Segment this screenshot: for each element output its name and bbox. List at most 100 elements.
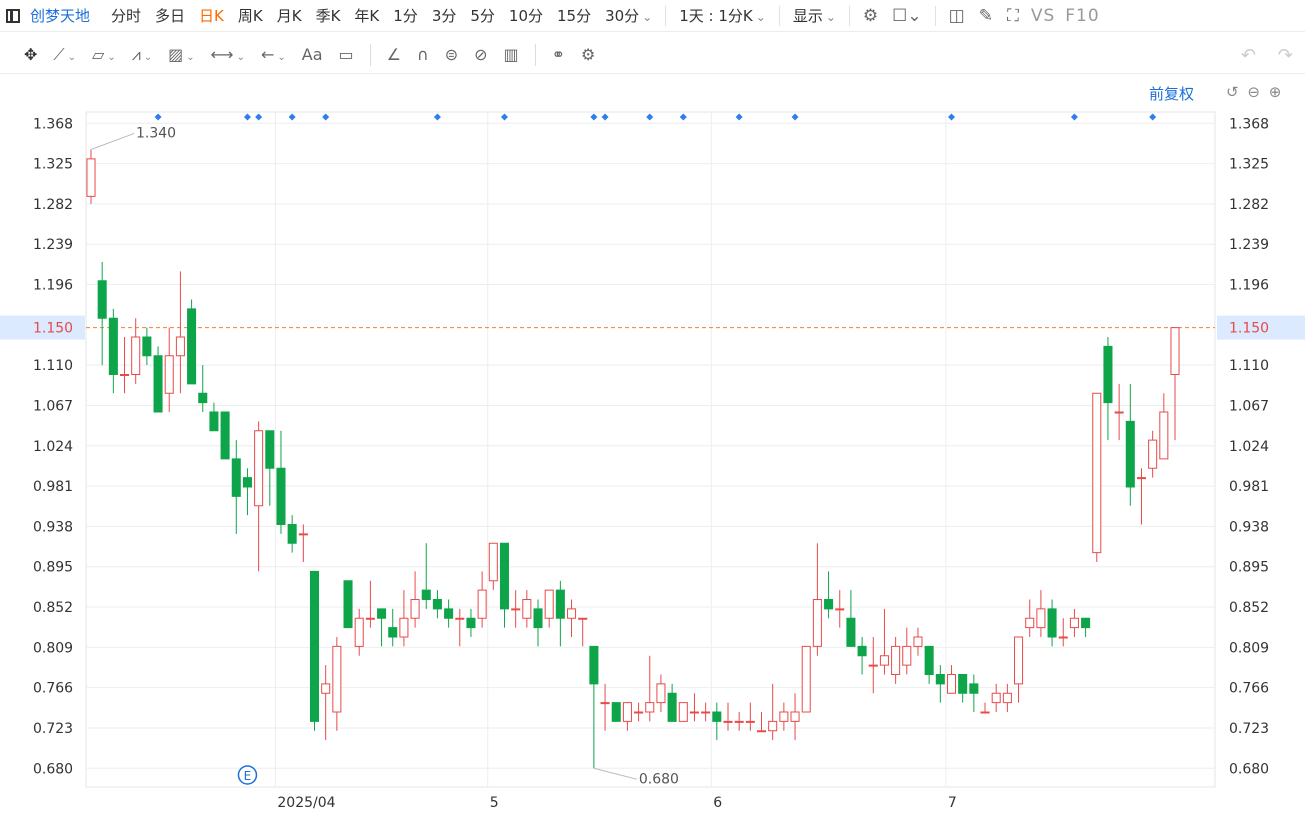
y-tick-label-left: 0.895 [33,560,73,576]
candle-body [421,589,431,600]
event-dot-marker[interactable] [735,113,743,121]
candle-body [466,617,476,629]
y-tick-label-right: 0.680 [1229,761,1269,777]
candle-body [969,683,979,694]
candle-body [689,711,699,714]
candle-body [622,702,632,722]
event-dot-marker[interactable] [601,113,609,121]
candle-body [1014,636,1024,685]
y-tick-label-right: 0.809 [1229,640,1269,656]
candle-body [656,683,666,704]
y-tick-label-right: 1.282 [1229,197,1269,213]
candle-body [209,411,219,432]
event-dot-marker[interactable] [288,113,296,121]
candle-body [522,599,532,619]
candle-body [533,608,543,629]
candle-body [120,374,130,376]
candle-body [824,599,834,610]
candle-body [321,683,331,694]
candle-body [365,617,375,620]
candle-body [1114,411,1124,414]
y-tick-label-left: 1.239 [33,237,73,253]
candle-body [265,430,275,469]
candle-body [175,336,185,357]
candle-body [902,645,912,666]
candle-body [634,711,644,714]
candle-body [723,720,733,723]
candle-body [991,692,1001,704]
event-dot-marker[interactable] [433,113,441,121]
candle-body [958,674,968,694]
candle-body [701,711,711,714]
event-dot-marker[interactable] [243,113,251,121]
event-dot-marker[interactable] [255,113,263,121]
annotation-leader-line [593,767,638,780]
annotation-label-high: 1.340 [136,126,176,142]
candle-body [231,458,241,497]
candle-body [756,730,767,733]
y-tick-label-right: 1.150 [1229,321,1269,337]
event-dot-marker[interactable] [500,113,508,121]
candle-body [857,645,867,657]
event-dot-marker[interactable] [1149,113,1157,121]
candle-body [611,702,621,722]
candle-body [1125,420,1135,488]
event-dot-marker[interactable] [679,113,687,121]
candle-body [846,617,856,647]
event-dot-marker[interactable] [322,113,330,121]
event-dot-marker[interactable] [1070,113,1078,121]
candle-body [801,645,811,713]
candle-body [187,308,197,385]
candle-body [544,589,554,619]
candle-body [812,599,822,647]
y-tick-label-left: 0.723 [33,721,73,737]
candle-body [399,617,409,638]
y-tick-label-left: 1.150 [33,321,73,337]
y-tick-label-left: 1.024 [33,439,73,455]
kline-chart[interactable]: 1.368 1.368 1.325 1.325 1.282 1.282 1.239 1.239… [0,0,1305,820]
candle-body [879,655,889,666]
event-dot-marker[interactable] [154,113,162,121]
candle-body [924,645,934,675]
candle-body [377,608,387,619]
candle-body [108,317,118,375]
candle-body [589,645,599,685]
candle-body [354,617,364,647]
candle-body [1069,617,1079,629]
event-e-marker-label: E [244,769,252,783]
event-dot-marker[interactable] [646,113,654,121]
candle-body [1002,692,1012,704]
candle-body [555,589,565,619]
y-tick-label-right: 1.024 [1229,439,1269,455]
candle-body [1170,327,1180,375]
y-tick-label-left: 1.325 [33,157,73,173]
y-tick-label-left: 1.282 [33,197,73,213]
candle-body [86,158,96,197]
y-tick-label-left: 1.110 [33,358,73,374]
y-tick-label-right: 1.325 [1229,157,1269,173]
candle-body [1058,636,1068,639]
candle-body [511,608,521,611]
candle-body [287,524,297,544]
x-tick-label: 2025/04 [277,795,335,811]
candle-body [913,636,923,647]
y-tick-label-left: 0.766 [33,681,73,697]
candle-body [1081,617,1091,629]
candle-body [667,692,677,722]
y-tick-label-right: 1.110 [1229,358,1269,374]
y-tick-label-right: 0.766 [1229,681,1269,697]
candle-body [1148,439,1158,469]
candle-body [1036,608,1046,629]
candle-body [567,608,577,619]
candle-body [332,645,342,713]
y-tick-label-left: 1.067 [33,398,73,414]
candle-body [410,599,420,619]
candle-body [298,533,308,536]
annotation-leader-line [90,133,135,150]
candle-body [164,355,174,394]
event-dot-marker[interactable] [791,113,799,121]
y-tick-label-left: 0.680 [33,761,73,777]
event-dot-marker[interactable] [947,113,955,121]
event-dot-marker[interactable] [590,113,598,121]
candle-body [388,627,398,638]
